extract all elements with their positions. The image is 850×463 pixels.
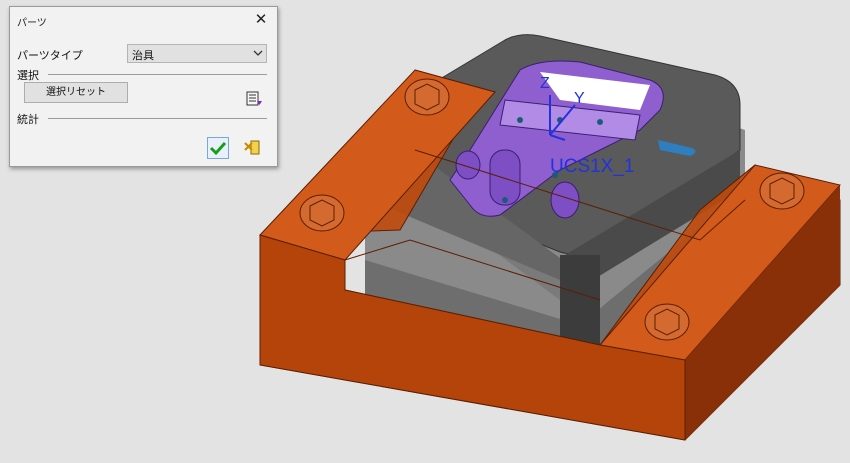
- parts-type-label: パーツタイプ: [17, 49, 83, 62]
- close-button[interactable]: ✕: [252, 10, 270, 28]
- statistics-section-label: 統計: [17, 113, 39, 126]
- parts-type-value: 治具: [132, 49, 154, 62]
- close-icon: ✕: [254, 10, 268, 28]
- check-icon: [209, 141, 227, 156]
- cancel-icon: [244, 140, 260, 155]
- reset-selection-button[interactable]: 選択リセット: [24, 82, 128, 103]
- parts-type-select[interactable]: 治具: [127, 44, 267, 63]
- selection-section-label: 選択: [17, 69, 39, 82]
- ucs-axis-z: Z: [540, 75, 550, 92]
- list-options-icon[interactable]: [244, 89, 264, 109]
- parts-dialog: パーツ ✕ パーツタイプ 治具 選択 選択リセット 統計: [9, 6, 278, 167]
- selection-divider: [48, 74, 267, 75]
- dialog-title: パーツ: [17, 18, 47, 29]
- ok-button[interactable]: [207, 137, 229, 159]
- chevron-down-icon: [253, 50, 263, 56]
- statistics-divider: [48, 118, 267, 119]
- cancel-button[interactable]: [242, 137, 262, 157]
- ucs-axis-y: Y: [574, 90, 585, 107]
- ucs-label: UCS1X_1: [550, 156, 635, 177]
